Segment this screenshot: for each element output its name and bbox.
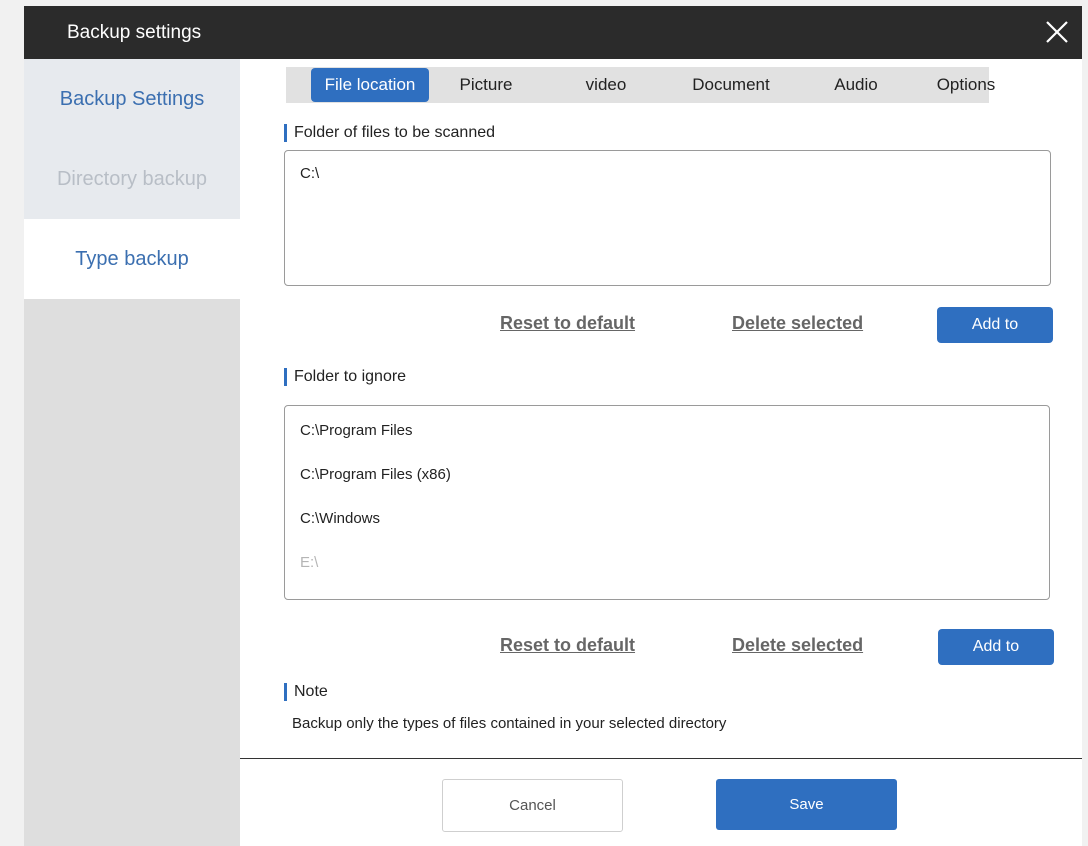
tab-audio[interactable]: Audio [806,67,906,103]
reset-to-default-button[interactable]: Reset to default [500,635,635,656]
backup-settings-window: Backup settings Backup Settings Director… [24,6,1082,846]
list-item[interactable]: E:\ [300,554,318,571]
add-to-button[interactable]: Add to [938,629,1054,665]
sidebar-item-type-backup[interactable]: Type backup [24,219,240,299]
list-item[interactable]: C:\Windows [300,510,380,527]
reset-to-default-button[interactable]: Reset to default [500,313,635,334]
cancel-button[interactable]: Cancel [442,779,623,832]
scan-folder-label: Folder of files to be scanned [284,124,495,142]
sidebar: Backup Settings Directory backup Type ba… [24,59,240,846]
delete-selected-button[interactable]: Delete selected [732,313,863,334]
sidebar-item-directory-backup[interactable]: Directory backup [24,139,240,219]
list-item[interactable]: C:\ [300,165,319,182]
save-button[interactable]: Save [716,779,897,830]
tab-document[interactable]: Document [671,67,791,103]
ignore-folder-list[interactable]: C:\Program Files C:\Program Files (x86) … [284,405,1050,600]
sidebar-item-backup-settings[interactable]: Backup Settings [24,59,240,139]
list-item[interactable]: C:\Program Files (x86) [300,466,451,483]
list-item[interactable]: C:\Program Files [300,422,413,439]
add-to-button[interactable]: Add to [937,307,1053,343]
footer-divider [240,758,1082,759]
note-label: Note [284,683,328,701]
title-bar: Backup settings [24,6,1082,59]
ignore-folder-label: Folder to ignore [284,368,406,386]
tab-bar: File location Picture video Document Aud… [286,67,995,103]
note-text: Backup only the types of files contained… [292,715,727,732]
delete-selected-button[interactable]: Delete selected [732,635,863,656]
tab-file-location[interactable]: File location [311,68,429,102]
tab-options[interactable]: Options [911,67,1021,103]
window-title: Backup settings [67,22,202,43]
scan-folder-list[interactable]: C:\ [284,150,1051,286]
close-icon [1046,21,1068,43]
close-button[interactable] [1042,17,1072,47]
tab-picture[interactable]: Picture [436,67,536,103]
tab-video[interactable]: video [556,67,656,103]
